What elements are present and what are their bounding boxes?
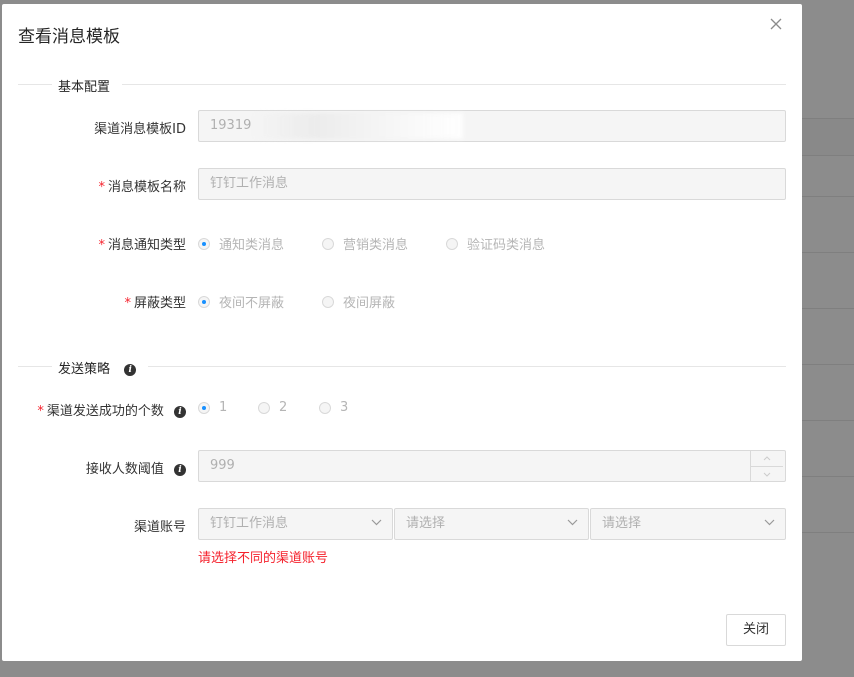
shield-type-option-night-shield[interactable]: 夜间屏蔽 (322, 292, 395, 311)
info-icon[interactable]: i (174, 463, 186, 476)
template-name-input[interactable]: 钉钉工作消息 (198, 168, 786, 200)
close-icon[interactable] (770, 18, 786, 34)
receiver-threshold-label: 接收人数阈值 i (86, 458, 186, 477)
notify-type-label: * 消息通知类型 (98, 238, 186, 253)
stepper-up-button[interactable] (751, 451, 783, 466)
channel-account-select-3[interactable]: 请选择 (590, 508, 786, 540)
chevron-down-icon (763, 472, 771, 477)
success-count-label: * 渠道发送成功的个数 i (37, 400, 186, 419)
radio-unchecked-icon (322, 237, 334, 250)
radio-unchecked-icon (322, 295, 334, 308)
info-icon[interactable]: i (174, 405, 186, 418)
notify-type-option-marketing[interactable]: 营销类消息 (322, 234, 408, 253)
template-name-label: * 消息模板名称 (98, 180, 186, 195)
radio-checked-icon (198, 401, 210, 414)
radio-unchecked-icon (319, 401, 331, 414)
view-template-modal: 查看消息模板 基本配置 渠道消息模板ID 19319 * 消息模板名称 钉钉工作消… (2, 4, 802, 661)
success-count-option-2[interactable]: 2 (258, 400, 287, 415)
info-icon[interactable]: i (124, 363, 137, 376)
close-button[interactable]: 关闭 (726, 614, 786, 646)
chevron-down-icon (764, 519, 775, 526)
receiver-threshold-input[interactable]: 999 (198, 450, 786, 482)
stepper-down-button[interactable] (751, 466, 783, 481)
radio-unchecked-icon (446, 237, 458, 250)
template-id-input[interactable]: 19319 (198, 110, 786, 142)
chevron-down-icon (371, 519, 382, 526)
radio-checked-icon (198, 237, 210, 250)
modal-title: 查看消息模板 (18, 27, 120, 47)
redaction-blur (253, 113, 463, 139)
channel-account-select-2[interactable]: 请选择 (394, 508, 589, 540)
notify-type-option-verification[interactable]: 验证码类消息 (446, 234, 545, 253)
template-id-label: 渠道消息模板ID (94, 122, 186, 137)
radio-checked-icon (198, 295, 210, 308)
shield-type-option-no-shield[interactable]: 夜间不屏蔽 (198, 292, 284, 311)
success-count-option-3[interactable]: 3 (319, 400, 348, 415)
radio-unchecked-icon (258, 401, 270, 414)
shield-type-label: * 屏蔽类型 (124, 296, 186, 311)
section-divider-basic (18, 84, 786, 85)
channel-account-select-1[interactable]: 钉钉工作消息 (198, 508, 393, 540)
channel-account-label: 渠道账号 (133, 520, 186, 535)
section-title-strategy: 发送策略 i (52, 358, 149, 377)
number-stepper (750, 451, 783, 481)
channel-account-error: 请选择不同的渠道账号 (198, 551, 329, 566)
chevron-down-icon (567, 519, 578, 526)
section-title-basic: 基本配置 (52, 76, 123, 95)
chevron-up-icon (763, 456, 771, 461)
success-count-option-1[interactable]: 1 (198, 400, 227, 415)
notify-type-option-notice[interactable]: 通知类消息 (198, 234, 284, 253)
